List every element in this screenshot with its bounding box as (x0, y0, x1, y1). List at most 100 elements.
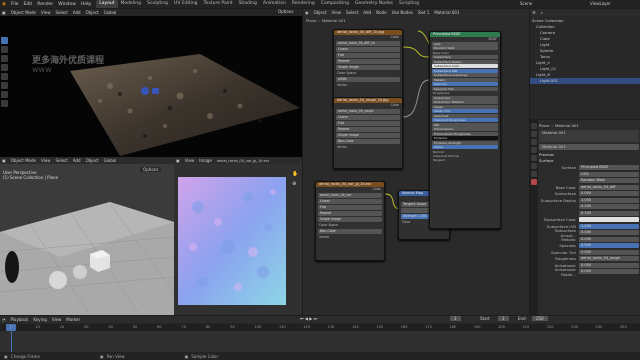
viewport-top[interactable]: ▣ Object Mode View Select Add Object Glo… (0, 9, 302, 157)
move-view-icon[interactable]: ✋ (292, 171, 298, 177)
extension-dropdown[interactable]: Repeat (336, 127, 400, 132)
image-field[interactable]: aerial_rocks_04_rough (336, 109, 400, 114)
mode-dropdown[interactable]: Object Mode (11, 158, 36, 163)
tab-sculpting[interactable]: Sculpting (144, 0, 171, 8)
image-field[interactable]: aerial_rocks_04_diff_1k (336, 41, 400, 46)
subsurface-field[interactable]: 0.000 (579, 191, 639, 196)
image-field[interactable]: aerial_rocks_04_nor (318, 193, 382, 198)
node-image-texture-diff[interactable]: aerial_rocks_04_diff_1k.jpg Color aerial… (333, 29, 403, 107)
subsurface-method-dropdown[interactable]: Random Walk (432, 46, 498, 50)
tab-compositing[interactable]: Compositing (318, 0, 352, 8)
node-image-texture-nor[interactable]: aerial_rocks_04_nor_gl_1k.exr Color aeri… (315, 181, 385, 261)
object-tab-icon[interactable] (531, 163, 537, 169)
subsurface-anisotropy-field[interactable]: 0.000 (579, 230, 639, 235)
menu-keying[interactable]: Keying (33, 317, 46, 322)
material-selector[interactable]: Material.001 (539, 144, 639, 150)
specular-tint-field[interactable]: Specular Tint (432, 86, 498, 91)
interpolation-dropdown[interactable]: Linear (336, 47, 400, 52)
timeline-track[interactable] (0, 331, 640, 352)
menu-playback[interactable]: Playback (11, 317, 29, 322)
subsurface-radius-z[interactable]: 0.100 (579, 210, 639, 216)
editor-type-icon[interactable]: ▣ (2, 10, 6, 15)
distribution-dropdown[interactable]: GGX (579, 171, 639, 177)
render-tab-icon[interactable] (531, 131, 537, 137)
editor-type-icon[interactable]: ◔ (2, 317, 6, 322)
subsurface-anisotropy-field[interactable]: Subsurface Anisotropy (432, 73, 498, 77)
alpha-field[interactable]: Alpha (432, 145, 498, 149)
interpolation-dropdown[interactable]: Linear (336, 115, 400, 120)
projection-dropdown[interactable]: Flat (336, 53, 400, 58)
specular-field[interactable]: 0.500 (579, 243, 639, 248)
ior-field[interactable]: IOR (432, 122, 498, 127)
tab-scripting[interactable]: Scripting (396, 0, 422, 8)
tab-shading[interactable]: Shading (236, 0, 260, 8)
clearcoat-field[interactable]: Clearcoat (432, 113, 498, 118)
projection-dropdown[interactable]: Flat (318, 205, 382, 210)
menu-add[interactable]: Add (73, 158, 81, 163)
emission-field[interactable]: Emission (432, 136, 498, 140)
tab-modeling[interactable]: Modeling (118, 0, 144, 8)
menu-add[interactable]: Add (73, 10, 81, 15)
anisotropic-field[interactable]: Anisotropic (432, 95, 498, 100)
subsurface-radius-x[interactable]: 1.000 (579, 197, 639, 203)
menu-help[interactable]: Help (81, 2, 91, 7)
menu-object[interactable]: Object (86, 158, 99, 163)
play-controls[interactable]: ⏮ ◀ ▶ ⏭ (300, 316, 317, 321)
interpolation-dropdown[interactable]: Linear (318, 199, 382, 204)
specular-field[interactable]: Specular (432, 82, 498, 86)
menu-edit[interactable]: Edit (23, 2, 32, 7)
menu-view[interactable]: View (52, 317, 62, 322)
anisotropic-rotation-field[interactable]: Anisotropic Rotation (432, 100, 498, 104)
metallic-field[interactable]: Metallic (432, 77, 498, 82)
image-name[interactable]: aerial_rocks_04_nor_gl_1k.exr (217, 159, 269, 163)
material-slot-item[interactable]: Material.001 (542, 130, 566, 135)
menu-file[interactable]: File (11, 2, 19, 7)
source-dropdown[interactable]: Single Image (318, 217, 382, 222)
shader-editor[interactable]: ◉ Object View Select Add Node Use Nodes … (303, 9, 529, 315)
transmission-roughness-field[interactable]: Transmission Roughness (432, 131, 498, 136)
extension-dropdown[interactable]: Repeat (318, 211, 382, 216)
clearcoat-roughness-field[interactable]: Clearcoat Roughness (432, 118, 498, 122)
end-frame-field[interactable]: 250 (532, 316, 548, 321)
distribution-dropdown[interactable]: GGX (432, 41, 498, 46)
menu-select[interactable]: Select (55, 10, 67, 15)
start-frame-field[interactable]: 1 (498, 316, 509, 321)
colorspace-dropdown[interactable]: sRGB (336, 77, 400, 82)
projection-dropdown[interactable]: Flat (336, 121, 400, 126)
material-slot-list[interactable]: Material.001 (539, 130, 639, 142)
orientation-dropdown[interactable]: Global (104, 10, 117, 15)
tool-tab-icon[interactable] (531, 123, 537, 129)
options-button[interactable]: Options (278, 9, 293, 14)
menu-image[interactable]: Image (199, 158, 212, 163)
colorspace-dropdown[interactable]: Non-Color (336, 139, 400, 144)
source-dropdown[interactable]: Single Image (336, 133, 400, 138)
menu-render[interactable]: Render (37, 2, 53, 7)
outliner[interactable]: ☰ ⌕ Scene Collection Collection Camera C… (530, 9, 640, 119)
anisotropic-rotation-field[interactable]: 0.000 (579, 269, 639, 274)
sheen-tint-field[interactable]: Sheen Tint (432, 109, 498, 113)
current-frame-field[interactable]: 1 (450, 316, 461, 321)
subsurface-radius-y[interactable]: 0.200 (579, 204, 639, 209)
world-tab-icon[interactable] (531, 155, 537, 161)
menu-view[interactable]: View (41, 10, 51, 15)
surface-shader-dropdown[interactable]: Principled BSDF (579, 165, 639, 170)
timeline[interactable]: ◔ Playback Keying View Marker ⏮ ◀ ▶ ⏭ 1 … (0, 316, 640, 352)
emission-strength-field[interactable]: Emission Strength (432, 140, 498, 145)
viewlayer-selector[interactable]: ViewLayer (590, 1, 611, 6)
colorspace-dropdown[interactable]: Non-Color (318, 229, 382, 234)
subsurface-field[interactable]: Subsurface (432, 55, 498, 59)
scene-selector[interactable]: Scene (520, 1, 532, 6)
tab-layout[interactable]: Layout (96, 0, 118, 8)
node-image-texture-rough[interactable]: aerial_rocks_04_rough_1k.jpg Color aeria… (333, 97, 403, 169)
menu-view[interactable]: View (41, 158, 51, 163)
extension-dropdown[interactable]: Repeat (336, 59, 400, 64)
specular-tint-field[interactable]: 0.000 (579, 249, 639, 255)
menu-window[interactable]: Window (58, 2, 76, 7)
tab-texture-paint[interactable]: Texture Paint (201, 0, 236, 8)
output-tab-icon[interactable] (531, 139, 537, 145)
node-principled-bsdf[interactable]: Principled BSDF BSDF GGX Random Walk Bas… (429, 31, 501, 229)
editor-type-icon[interactable]: ▣ (176, 158, 180, 163)
zoom-icon[interactable]: ⊕ (292, 181, 296, 187)
timeline-ruler[interactable]: 1 01020304050607080901001101201301401501… (0, 324, 640, 331)
subsurface-method-dropdown[interactable]: Random Walk (579, 178, 639, 183)
